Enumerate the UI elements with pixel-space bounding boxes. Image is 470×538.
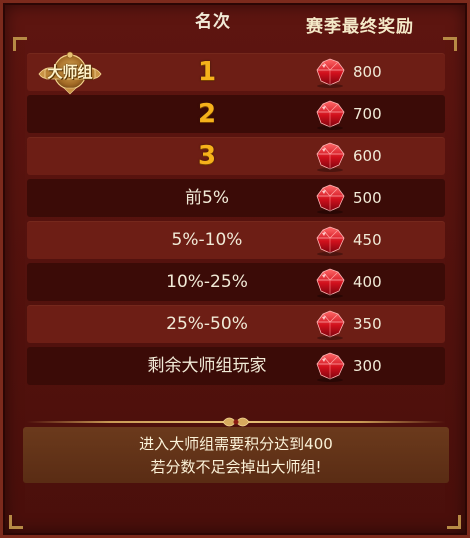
red-gem-icon xyxy=(313,98,347,130)
reward-row: 3 600 xyxy=(27,137,445,175)
rank-label: 5%-10% xyxy=(171,230,243,250)
rank-column-header: 名次 xyxy=(195,12,231,32)
reward-row: 前5% 500 xyxy=(27,179,445,217)
corner-ornament xyxy=(13,37,27,51)
red-gem-icon xyxy=(313,350,347,382)
red-gem-icon xyxy=(313,56,347,88)
reward-row: 10%-25% 400 xyxy=(27,263,445,301)
reward-amount: 700 xyxy=(353,105,382,123)
badge-label: 大师组 xyxy=(47,63,93,81)
reward-row: 剩余大师组玩家 300 xyxy=(27,347,445,385)
corner-ornament xyxy=(447,515,461,529)
red-gem-icon xyxy=(313,140,347,172)
reward-amount: 600 xyxy=(353,147,382,165)
rank-label: 前5% xyxy=(185,188,229,208)
reward-amount: 800 xyxy=(353,63,382,81)
rank-label: 剩余大师组玩家 xyxy=(147,356,267,376)
red-gem-icon xyxy=(313,224,347,256)
rank-label: 2 xyxy=(197,99,217,129)
rank-label: 3 xyxy=(197,141,217,171)
reward-row: 2 700 xyxy=(27,95,445,133)
season-reward-panel: 名次 赛季最终奖励 1 800 2 700 3 600 前5% 500 5%-1… xyxy=(0,0,470,538)
reward-amount: 400 xyxy=(353,273,382,291)
notice-box: 进入大师组需要积分达到400 若分数不足会掉出大师组! xyxy=(23,427,449,483)
reward-column-header: 赛季最终奖励 xyxy=(306,17,414,37)
corner-ornament xyxy=(443,37,457,51)
rank-label: 25%-50% xyxy=(166,314,248,334)
reward-amount: 350 xyxy=(353,315,382,333)
reward-row: 25%-50% 350 xyxy=(27,305,445,343)
master-group-badge: 大师组 xyxy=(31,50,109,96)
reward-amount: 500 xyxy=(353,189,382,207)
rank-label: 10%-25% xyxy=(166,272,248,292)
red-gem-icon xyxy=(313,308,347,340)
red-gem-icon xyxy=(313,266,347,298)
rank-label: 1 xyxy=(197,57,217,87)
corner-ornament xyxy=(9,515,23,529)
notice-line-1: 进入大师组需要积分达到400 xyxy=(139,435,333,453)
reward-amount: 300 xyxy=(353,357,382,375)
notice-line-2: 若分数不足会掉出大师组! xyxy=(150,458,322,476)
red-gem-icon xyxy=(313,182,347,214)
reward-amount: 450 xyxy=(353,231,382,249)
reward-row: 5%-10% 450 xyxy=(27,221,445,259)
